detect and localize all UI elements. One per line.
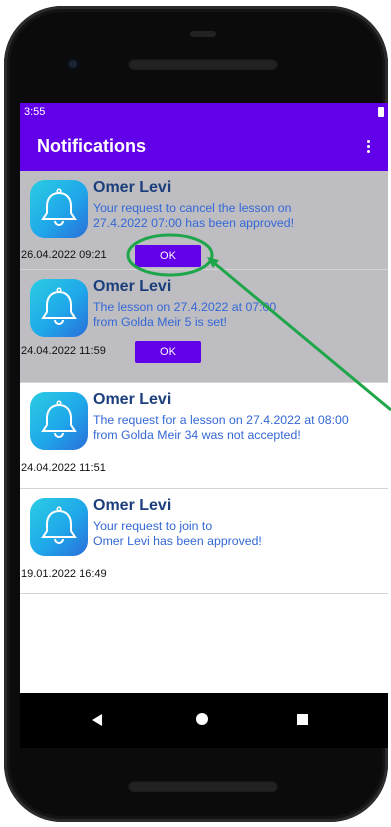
bottom-speaker xyxy=(128,780,278,792)
notification-sender: Omer Levi xyxy=(93,497,172,514)
app-bar: Notifications xyxy=(20,121,388,171)
recent-apps-icon[interactable] xyxy=(297,714,308,725)
notification-item[interactable]: Omer Levi The request for a lesson on 27… xyxy=(20,383,388,489)
more-vert-icon[interactable] xyxy=(363,136,374,157)
ok-button[interactable]: OK xyxy=(135,341,201,363)
battery-icon xyxy=(378,107,384,117)
notification-item[interactable]: Omer Levi Your request to cancel the les… xyxy=(20,171,388,270)
notifications-list: Omer Levi Your request to cancel the les… xyxy=(20,171,388,693)
notification-message: Your request to cancel the lesson on 27.… xyxy=(93,201,295,230)
system-navigation-bar xyxy=(20,693,388,748)
notification-message: The request for a lesson on 27.4.2022 at… xyxy=(93,413,349,442)
notification-item[interactable]: Omer Levi The lesson on 27.4.2022 at 07:… xyxy=(20,270,388,383)
notification-datetime: 24.04.2022 11:59 xyxy=(21,345,106,357)
status-bar: 3:55 xyxy=(20,103,388,121)
notification-sender: Omer Levi xyxy=(93,179,172,196)
notification-datetime: 19.01.2022 16:49 xyxy=(21,568,107,580)
back-icon[interactable] xyxy=(92,714,102,726)
bell-icon xyxy=(30,498,88,556)
notification-datetime: 26.04.2022 09:21 xyxy=(21,249,107,261)
earpiece-speaker xyxy=(128,58,278,70)
status-time: 3:55 xyxy=(24,106,46,118)
front-camera xyxy=(66,57,80,71)
bell-icon xyxy=(30,279,88,337)
notification-item[interactable]: Omer Levi Your request to join to Omer L… xyxy=(20,489,388,594)
app-screen: 3:55 Notifications Omer Levi Your reques… xyxy=(20,103,388,748)
phone-top-slot xyxy=(190,31,216,37)
notification-sender: Omer Levi xyxy=(93,391,172,408)
bell-icon xyxy=(30,180,88,238)
page-title: Notifications xyxy=(37,135,147,156)
bell-icon xyxy=(30,392,88,450)
home-icon[interactable] xyxy=(196,713,208,725)
notification-sender: Omer Levi xyxy=(93,278,172,295)
notification-datetime: 24.04.2022 11:51 xyxy=(21,462,106,474)
notification-message: Your request to join to Omer Levi has be… xyxy=(93,519,262,548)
ok-button[interactable]: OK xyxy=(135,245,201,267)
notification-message: The lesson on 27.4.2022 at 07:00 from Go… xyxy=(93,300,277,329)
